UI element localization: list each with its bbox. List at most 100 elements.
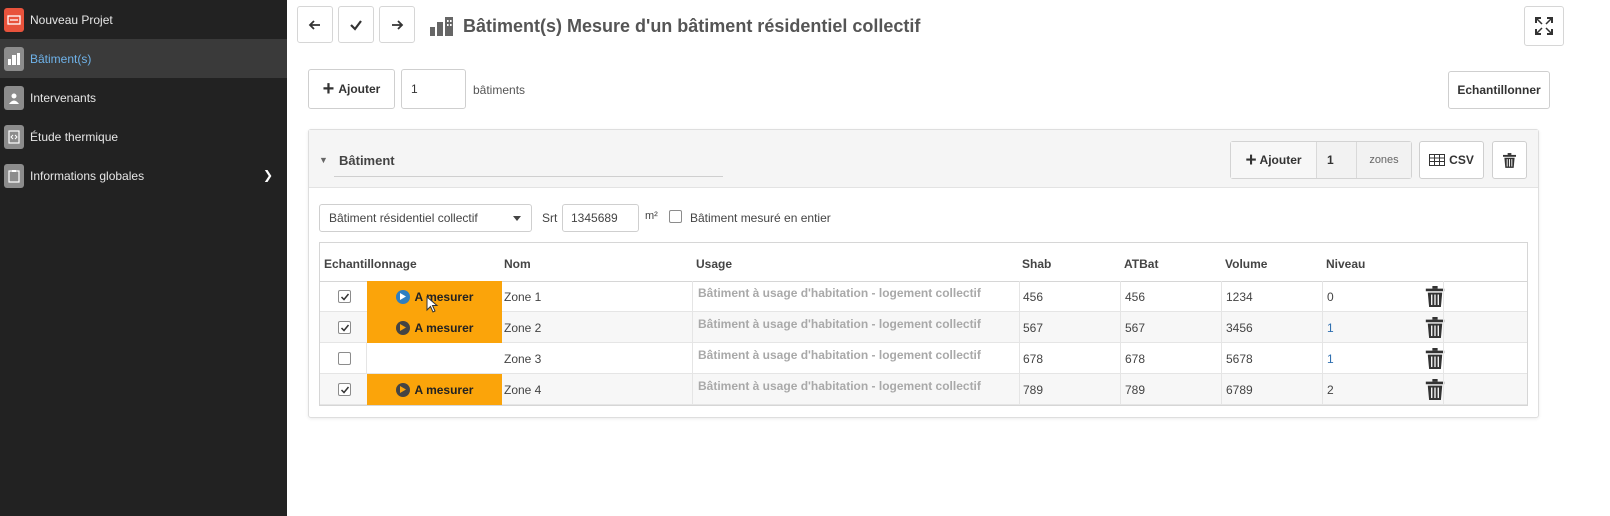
zone-shab: 789 xyxy=(1023,382,1044,397)
page-title: Bâtiment(s) Mesure d'un bâtiment résiden… xyxy=(429,15,920,37)
plus-icon: + xyxy=(322,78,335,100)
sidebar-item-new-project[interactable]: Nouveau Projet xyxy=(0,0,287,39)
collapse-caret-icon[interactable]: ▼ xyxy=(319,155,328,165)
srt-label: Srt xyxy=(542,211,558,225)
trash-icon[interactable] xyxy=(1425,286,1445,307)
table-row: A mesurer Zone 2 Bâtiment à usage d'habi… xyxy=(320,312,1527,343)
zone-level: 0 xyxy=(1327,289,1334,304)
col-header-level: Niveau xyxy=(1326,257,1366,271)
zone-usage: Bâtiment à usage d'habitation - logement… xyxy=(698,286,981,300)
sidebar-item-stakeholders[interactable]: Intervenants xyxy=(0,78,287,117)
row-checkbox[interactable] xyxy=(338,290,351,303)
row-checkbox[interactable] xyxy=(338,383,351,396)
srt-input[interactable] xyxy=(562,204,639,232)
whole-building-checkbox[interactable] xyxy=(669,210,682,223)
csv-button[interactable]: CSV xyxy=(1419,141,1484,179)
zone-volume: 1234 xyxy=(1226,289,1253,304)
zone-name: Zone 4 xyxy=(504,382,542,397)
people-icon xyxy=(4,85,24,110)
col-header-sampling: Echantillonnage xyxy=(324,257,417,271)
status-label: A mesurer xyxy=(414,320,474,335)
zone-count-input[interactable]: 1 xyxy=(1317,142,1357,178)
status-label: A mesurer xyxy=(414,289,474,304)
srt-unit: m² xyxy=(645,210,658,222)
zone-name: Zone 2 xyxy=(504,320,542,335)
zone-atbat: 456 xyxy=(1125,289,1146,304)
csv-label: CSV xyxy=(1449,153,1474,167)
zone-name: Zone 1 xyxy=(504,289,542,304)
column-divider xyxy=(1443,343,1444,374)
column-divider xyxy=(1322,312,1323,343)
column-divider xyxy=(1221,281,1222,312)
sidebar-item-label: Informations globales xyxy=(30,168,145,183)
column-divider xyxy=(692,281,693,312)
zone-level: 1 xyxy=(1327,351,1334,366)
trash-icon xyxy=(1503,152,1516,168)
validate-button[interactable] xyxy=(338,6,374,43)
col-header-volume: Volume xyxy=(1225,257,1268,271)
column-divider xyxy=(1322,374,1323,405)
add-zone-button[interactable]: + Ajouter xyxy=(1231,142,1317,178)
sidebar-item-global-info[interactable]: Informations globales ❯ xyxy=(0,156,287,195)
sample-button[interactable]: Echantillonner xyxy=(1448,71,1550,109)
status-badge[interactable]: A mesurer xyxy=(367,374,502,405)
building-panel-title[interactable]: Bâtiment xyxy=(339,153,395,168)
arrow-right-icon xyxy=(392,19,404,30)
column-divider xyxy=(1221,312,1222,343)
column-divider xyxy=(692,343,693,374)
trash-icon[interactable] xyxy=(1425,348,1445,369)
column-divider xyxy=(1443,374,1444,405)
status-label: A mesurer xyxy=(414,382,474,397)
chevron-down-icon xyxy=(513,216,521,221)
column-divider xyxy=(692,312,693,343)
zone-usage: Bâtiment à usage d'habitation - logement… xyxy=(698,379,981,393)
column-divider xyxy=(1443,281,1444,312)
col-header-usage: Usage xyxy=(696,257,733,271)
sidebar-item-thermal-study[interactable]: Étude thermique xyxy=(0,117,287,156)
building-type-select[interactable]: Bâtiment résidentiel collectif xyxy=(319,204,532,232)
zone-atbat: 789 xyxy=(1125,382,1146,397)
column-divider xyxy=(1120,343,1121,374)
forward-button[interactable] xyxy=(379,6,415,43)
col-header-atbat: ATBat xyxy=(1124,257,1159,271)
delete-building-button[interactable] xyxy=(1492,141,1527,179)
zone-level: 1 xyxy=(1327,320,1334,335)
zone-name: Zone 3 xyxy=(504,351,542,366)
zone-control-group: + Ajouter 1 zones xyxy=(1230,141,1412,179)
check-icon xyxy=(340,293,349,301)
col-header-name: Nom xyxy=(504,257,531,271)
zone-volume: 6789 xyxy=(1226,382,1253,397)
column-divider xyxy=(1120,312,1121,343)
fullscreen-button[interactable] xyxy=(1524,6,1564,46)
trash-icon[interactable] xyxy=(1425,379,1445,400)
topbar: Bâtiment(s) Mesure d'un bâtiment résiden… xyxy=(297,6,1567,46)
column-divider xyxy=(1221,343,1222,374)
check-icon xyxy=(350,19,362,31)
whole-building-label: Bâtiment mesuré en entier xyxy=(690,211,831,225)
column-divider xyxy=(366,343,367,374)
trash-icon[interactable] xyxy=(1425,317,1445,338)
row-checkbox[interactable] xyxy=(338,352,351,365)
zone-atbat: 567 xyxy=(1125,320,1146,335)
sidebar-item-label: Intervenants xyxy=(30,90,97,105)
building-count-unit: bâtiments xyxy=(473,83,526,97)
row-checkbox[interactable] xyxy=(338,321,351,334)
zone-shab: 678 xyxy=(1023,351,1044,366)
column-divider xyxy=(1019,312,1020,343)
building-panel-header: ▼ Bâtiment + Ajouter 1 zones CSV xyxy=(309,130,1538,188)
table-icon xyxy=(1429,154,1446,166)
column-divider xyxy=(1221,374,1222,405)
sidebar-item-buildings[interactable]: Bâtiment(s) xyxy=(0,39,287,78)
play-icon xyxy=(395,382,410,397)
zones-table: Echantillonnage Nom Usage Shab ATBat Vol… xyxy=(319,242,1528,406)
add-building-button[interactable]: + Ajouter xyxy=(308,69,395,109)
back-button[interactable] xyxy=(297,6,333,43)
building-icon xyxy=(4,46,24,71)
column-divider xyxy=(1322,343,1323,374)
building-count-input[interactable] xyxy=(401,69,466,109)
building-panel: ▼ Bâtiment + Ajouter 1 zones CSV Bâtimen… xyxy=(308,129,1539,418)
status-badge[interactable]: A mesurer xyxy=(367,312,502,343)
table-row: A mesurer Zone 1 Bâtiment à usage d'habi… xyxy=(320,281,1527,312)
zone-shab: 567 xyxy=(1023,320,1044,335)
add-zone-label: Ajouter xyxy=(1259,153,1302,167)
